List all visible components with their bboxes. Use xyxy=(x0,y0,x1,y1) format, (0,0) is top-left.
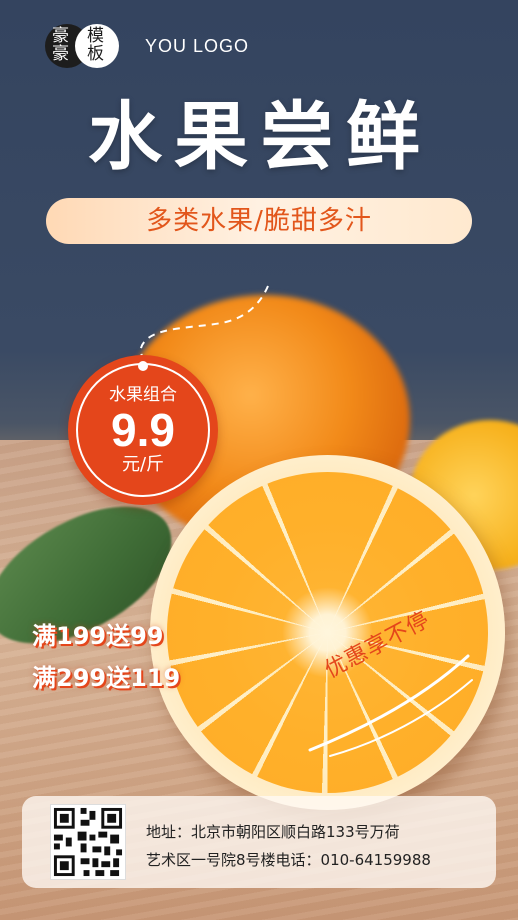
price-tag-inner: 水果组合 9.9 元/斤 xyxy=(76,363,210,497)
swash-line xyxy=(308,654,473,757)
promotion-1: 满199送99 xyxy=(32,622,164,650)
address-line-1: 地址：北京市朝阳区顺白路133号万荷 xyxy=(146,823,400,841)
price-unit: 元/斤 xyxy=(121,454,165,475)
promotion-2: 满299送119 xyxy=(32,664,181,692)
qr-code-icon xyxy=(50,804,126,880)
logo-badge: 豪 豪 模 板 xyxy=(45,24,119,68)
footer-card: 地址：北京市朝阳区顺白路133号万荷 艺术区一号院8号楼电话：010-64159… xyxy=(22,796,496,888)
logo-char: 模 xyxy=(87,26,104,46)
logo-char: 豪 xyxy=(52,26,69,46)
logo: 豪 豪 模 板 YOU LOGO xyxy=(45,24,249,68)
poster-subtitle: 多类水果/脆甜多汁 xyxy=(46,198,472,244)
logo-char: 板 xyxy=(87,44,104,64)
logo-char: 豪 xyxy=(52,44,69,64)
price-tag: 水果组合 9.9 元/斤 xyxy=(68,355,218,505)
logo-text: YOU LOGO xyxy=(145,35,250,56)
poster-title: 水果尝鲜 xyxy=(88,94,432,180)
price-value: 9.9 xyxy=(111,404,175,456)
address: 地址：北京市朝阳区顺白路133号万荷 艺术区一号院8号楼电话：010-64159… xyxy=(146,818,486,874)
address-line-2: 艺术区一号院8号楼电话：010-64159988 xyxy=(146,851,431,869)
poster: 豪 豪 模 板 YOU LOGO 水果尝鲜 多类水果/脆甜多汁 水果组合 9.9… xyxy=(0,0,518,920)
price-label: 水果组合 xyxy=(109,385,177,405)
